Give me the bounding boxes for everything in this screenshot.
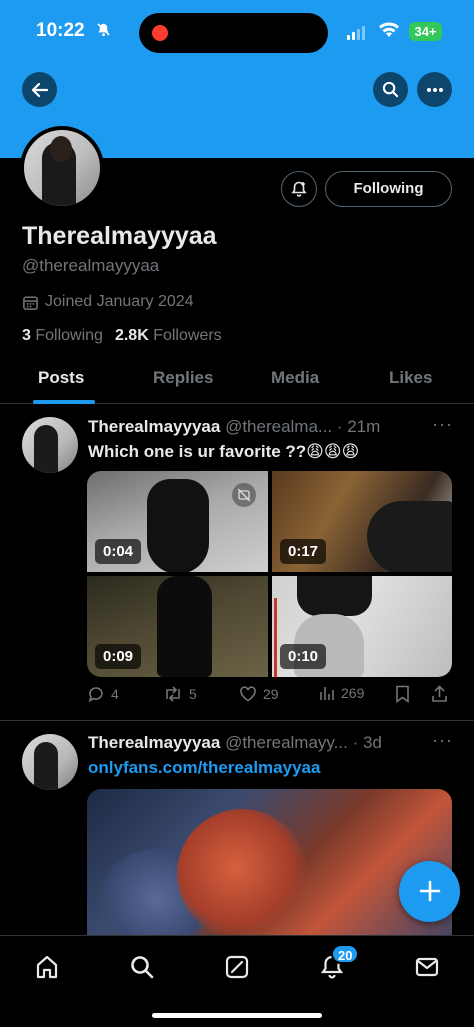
repost-count: 5 bbox=[189, 686, 197, 702]
search-icon bbox=[382, 81, 399, 98]
notifications-subscribe-button[interactable] bbox=[281, 171, 317, 207]
more-horizontal-icon bbox=[426, 87, 443, 92]
post-header: Therealmayyyaa @therealmayy... · 3d bbox=[88, 733, 382, 753]
post-author-name[interactable]: Therealmayyyaa bbox=[88, 417, 220, 436]
post-avatar[interactable] bbox=[22, 417, 78, 473]
post-author-name[interactable]: Therealmayyyaa bbox=[88, 733, 220, 752]
tab-posts[interactable]: Posts bbox=[38, 368, 84, 388]
status-time: 10:22 bbox=[36, 20, 85, 41]
post-time: · 3d bbox=[352, 733, 382, 752]
muted-icon bbox=[232, 483, 256, 507]
video-thumbnail[interactable]: 0:17 bbox=[272, 471, 452, 572]
profile-handle: @therealmayyyaa bbox=[22, 256, 160, 275]
joined-date: Joined January 2024 bbox=[22, 293, 194, 311]
nav-home[interactable] bbox=[32, 952, 62, 982]
profile-tabs: Posts Replies Media Likes bbox=[0, 362, 474, 404]
repost-button[interactable]: 5 bbox=[163, 685, 197, 703]
tab-replies[interactable]: Replies bbox=[153, 368, 213, 388]
analytics-icon bbox=[320, 687, 334, 700]
post-media-grid: 0:04 0:17 0:09 0:10 bbox=[87, 471, 452, 677]
reply-icon bbox=[88, 687, 103, 703]
bell-plus-icon bbox=[291, 181, 307, 197]
nav-messages[interactable] bbox=[412, 952, 442, 982]
followers-count-link[interactable]: 2.8K Followers bbox=[115, 327, 222, 345]
post-header: Therealmayyyaa @therealma... · 21m bbox=[88, 417, 380, 437]
post-actions: 4 5 29 269 bbox=[87, 685, 452, 709]
wifi-icon bbox=[378, 22, 400, 43]
post-author-handle[interactable]: @therealma... bbox=[225, 417, 332, 436]
silent-mode-icon bbox=[96, 22, 111, 40]
share-icon bbox=[432, 685, 447, 702]
like-count: 29 bbox=[263, 686, 279, 702]
tab-media[interactable]: Media bbox=[271, 368, 319, 388]
post-more-icon[interactable]: ··· bbox=[432, 414, 453, 435]
post-media[interactable] bbox=[87, 789, 452, 949]
cellular-signal-icon bbox=[347, 26, 365, 40]
post-author-handle[interactable]: @therealmayy... bbox=[225, 733, 348, 752]
follow-counts: 3 Following 2.8K Followers bbox=[22, 327, 222, 345]
profile-display-name: Therealmayyyaa bbox=[22, 222, 217, 250]
plus-icon bbox=[419, 880, 440, 902]
bookmark-button[interactable] bbox=[395, 685, 410, 703]
tab-likes[interactable]: Likes bbox=[389, 368, 432, 388]
video-thumbnail[interactable]: 0:04 bbox=[87, 471, 268, 572]
post-link[interactable]: onlyfans.com/therealmayyaa bbox=[88, 758, 320, 778]
profile-avatar[interactable] bbox=[20, 126, 104, 210]
views-button[interactable]: 269 bbox=[319, 685, 364, 701]
more-options-button[interactable] bbox=[417, 72, 452, 107]
nav-search[interactable] bbox=[127, 952, 157, 982]
video-duration: 0:17 bbox=[280, 539, 327, 564]
video-duration: 0:04 bbox=[95, 539, 142, 564]
reply-count: 4 bbox=[111, 686, 119, 702]
following-count-link[interactable]: 3 Following bbox=[22, 327, 103, 345]
bookmark-icon bbox=[396, 685, 409, 703]
home-indicator bbox=[152, 1013, 322, 1018]
back-button[interactable] bbox=[22, 72, 57, 107]
video-duration: 0:09 bbox=[95, 644, 142, 669]
recording-indicator-icon bbox=[152, 25, 168, 41]
notifications-badge: 20 bbox=[331, 944, 360, 964]
joined-text: Joined January 2024 bbox=[45, 293, 194, 310]
view-count: 269 bbox=[341, 685, 365, 701]
post-avatar[interactable] bbox=[22, 734, 78, 790]
nav-grok[interactable] bbox=[222, 952, 252, 982]
share-button[interactable] bbox=[431, 685, 448, 703]
video-thumbnail[interactable]: 0:09 bbox=[87, 576, 268, 677]
post-text: Which one is ur favorite ??😩😩😩 bbox=[88, 442, 360, 461]
post-time: · 21m bbox=[336, 417, 381, 436]
arrow-left-icon bbox=[31, 82, 48, 97]
video-duration: 0:10 bbox=[280, 644, 327, 669]
repost-icon bbox=[166, 686, 180, 702]
like-button[interactable]: 29 bbox=[239, 685, 279, 703]
mail-icon bbox=[415, 957, 439, 977]
grok-icon bbox=[225, 955, 249, 979]
status-bar: 10:22 34+ bbox=[0, 0, 474, 62]
search-icon bbox=[131, 956, 154, 979]
following-button[interactable]: Following bbox=[325, 171, 452, 207]
bottom-navigation: 20 bbox=[0, 935, 474, 1027]
video-thumbnail[interactable]: 0:10 bbox=[272, 576, 452, 677]
calendar-icon bbox=[23, 296, 38, 310]
home-icon bbox=[36, 955, 58, 979]
dynamic-island bbox=[139, 13, 328, 53]
post-more-icon[interactable]: ··· bbox=[432, 730, 453, 751]
compose-post-button[interactable] bbox=[399, 861, 460, 922]
battery-indicator: 34+ bbox=[409, 22, 442, 41]
heart-icon bbox=[240, 686, 256, 702]
search-button[interactable] bbox=[373, 72, 408, 107]
reply-button[interactable]: 4 bbox=[87, 685, 119, 703]
